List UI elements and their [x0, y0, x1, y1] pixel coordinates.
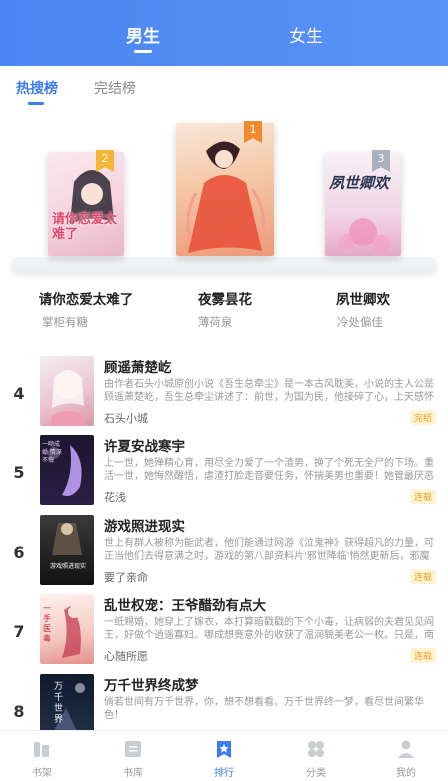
podium-cover-2-text: 请你恋爱太难了 [52, 212, 118, 242]
status-badge: 连载 [409, 648, 436, 663]
tab-completed[interactable]: 完结榜 [94, 78, 136, 98]
book-description: 世上有群人被称为能武者，他们能通过网游《泣鬼神》获得超凡的力量，可正当他们去得意… [104, 538, 434, 562]
book-title: 游戏照进现实 [104, 519, 185, 535]
status-badge: 完结 [409, 410, 436, 425]
cover-illustration [52, 523, 82, 555]
book-cover: 游戏照进现实 [40, 515, 94, 585]
nav-bookshelf[interactable]: 书架 [12, 731, 72, 781]
rank-number: 7 [13, 622, 25, 641]
tab-female[interactable]: 女生 [266, 22, 346, 47]
cover-text: 一手医毒 [43, 604, 51, 643]
book-title: 许夏安战寒宇 [104, 439, 185, 455]
bookshelf-icon [34, 742, 49, 757]
book-cover: 一手医毒 [40, 594, 94, 664]
profile-icon [398, 740, 414, 758]
status-badge: 连载 [409, 569, 436, 584]
book-title: 万千世界终成梦 [104, 678, 199, 694]
nav-category[interactable]: 分类 [286, 731, 346, 781]
nav-library[interactable]: 书库 [103, 731, 163, 781]
book-description: 倘若世间有万千世界，你，想不想看看。万千世界终一梦，看尽世间繁华色！ [104, 697, 424, 721]
book-description: 上一世，她殚精心育，用尽全力爱了一个渣男，换了个死无全尸的下场。重活一世，她悔然… [104, 458, 434, 482]
podium-shelf [12, 257, 436, 273]
book-author: 石头小城 [104, 412, 148, 425]
list-item[interactable]: 5 一吻成婚 情深不悔 许夏安战寒宇 上一世，她殚精心育，用尽全力爱了一个渣男，… [0, 435, 448, 513]
tab-male-underline [134, 50, 152, 53]
podium-title-2[interactable]: 请你恋爱太难了 [21, 288, 151, 308]
book-description: 一纸赐婚，她穿上了嫁衣，本打算暗戳戳的下个小毒，让病弱的夫君见见阎王，好做个逍遥… [104, 617, 434, 641]
cover-text: 一吻成婚 情深不悔 [42, 441, 62, 464]
category-icon [308, 741, 324, 757]
tab-hot-search[interactable]: 热搜榜 [16, 78, 58, 98]
rank-number: 4 [13, 384, 25, 403]
nav-category-label: 分类 [306, 768, 326, 779]
book-author: 心随所愿 [104, 650, 148, 663]
book-title: 乱世权宠：王爷醋劲有点大 [104, 598, 266, 614]
cover-text: 万千世界 [54, 682, 64, 725]
rank-number: 8 [13, 702, 25, 721]
book-cover: 一吻成婚 情深不悔 [40, 435, 94, 505]
cover-illustration-1 [186, 141, 266, 253]
cover-text: 游戏照进现实 [49, 563, 86, 570]
subtab-underline [28, 102, 44, 105]
nav-bookshelf-label: 书架 [32, 768, 52, 779]
podium-title-3[interactable]: 夙世卿欢 [298, 288, 428, 308]
library-icon [125, 741, 141, 757]
list-item[interactable]: 7 一手医毒 乱世权宠：王爷醋劲有点大 一纸赐婚，她穿上了嫁衣，本打算暗戳戳的下… [0, 594, 448, 672]
podium-title-1[interactable]: 夜雾昙花 [160, 288, 290, 308]
nav-ranking[interactable]: 排行 [194, 731, 254, 781]
book-author: 要了亲命 [104, 571, 148, 584]
list-item[interactable]: 4 顾遥萧楚屹 由作者石头小城原创小说《吾生总牵尘》是一本古风耽美，小说的主人公… [0, 356, 448, 434]
podium-cover-3-text: 夙世卿欢 [329, 174, 390, 192]
book-title: 顾遥萧楚屹 [104, 360, 172, 376]
nav-profile[interactable]: 我的 [376, 731, 436, 781]
nav-profile-label: 我的 [396, 768, 416, 779]
tab-male[interactable]: 男生 [103, 22, 183, 47]
book-description: 由作者石头小城原创小说《吾生总牵尘》是一本古风耽美，小说的主人公是顾遥萧楚屹，吾… [104, 379, 434, 403]
bottom-navigation: 书架 书库 排行 分类 我的 [0, 730, 448, 781]
podium-author-3: 冷处偏佳 [337, 315, 383, 329]
cover-illustration [50, 370, 86, 426]
rank-number: 5 [13, 463, 25, 482]
nav-ranking-label: 排行 [214, 768, 234, 779]
status-badge: 连载 [409, 489, 436, 504]
podium-author-1: 薄荷泉 [197, 315, 233, 329]
book-author: 花浅 [104, 491, 126, 504]
gender-header: 男生 女生 [0, 0, 448, 66]
book-cover [40, 356, 94, 426]
nav-library-label: 书库 [123, 768, 143, 779]
list-item[interactable]: 6 游戏照进现实 游戏照进现实 世上有群人被称为能武者，他们能通过网游《泣鬼神》… [0, 515, 448, 593]
ranking-subtabs: 热搜榜 完结榜 [0, 66, 448, 110]
podium-cover-1[interactable] [176, 123, 274, 256]
podium-author-2: 掌柜有糖 [42, 315, 88, 329]
rank-number: 6 [13, 543, 25, 562]
ranking-icon [217, 741, 231, 758]
